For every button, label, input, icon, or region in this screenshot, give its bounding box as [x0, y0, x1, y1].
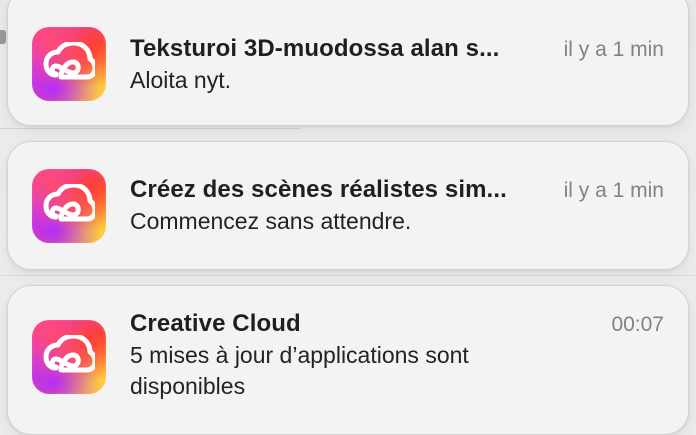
background-window-edge — [0, 30, 6, 44]
notification-time: 00:07 — [611, 313, 664, 336]
notification-time: il y a 1 min — [563, 38, 664, 61]
background-divider — [0, 275, 696, 276]
notification-content: Creative Cloud 00:07 5 mises à jour d’ap… — [130, 309, 664, 402]
notification-header: Creative Cloud 00:07 — [130, 309, 664, 340]
notification-content: Teksturoi 3D-muodossa alan s... il y a 1… — [130, 34, 664, 96]
notification-title: Créez des scènes réalistes sim... — [130, 176, 507, 203]
creative-cloud-logo-icon — [43, 42, 95, 80]
notification-time: il y a 1 min — [563, 179, 664, 202]
notification-body: Aloita nyt. — [130, 67, 231, 93]
notification-card-2[interactable]: Créez des scènes réalistes sim... il y a… — [7, 141, 689, 270]
notification-title: Teksturoi 3D-muodossa alan s... — [130, 35, 500, 62]
adobe-creative-cloud-icon — [32, 169, 106, 243]
notification-content: Créez des scènes réalistes sim... il y a… — [130, 175, 664, 237]
creative-cloud-logo-icon — [43, 335, 95, 373]
notification-card-3[interactable]: Creative Cloud 00:07 5 mises à jour d’ap… — [7, 285, 689, 435]
notification-header: Teksturoi 3D-muodossa alan s... il y a 1… — [130, 34, 664, 65]
notification-body: 5 mises à jour d’applications sont dispo… — [130, 342, 469, 399]
notification-card-1[interactable]: Teksturoi 3D-muodossa alan s... il y a 1… — [7, 0, 689, 126]
adobe-creative-cloud-icon — [32, 27, 106, 101]
adobe-creative-cloud-icon — [32, 320, 106, 394]
creative-cloud-logo-icon — [43, 184, 95, 222]
notification-header: Créez des scènes réalistes sim... il y a… — [130, 175, 664, 206]
notification-body: Commencez sans attendre. — [130, 208, 412, 234]
notification-title: Creative Cloud — [130, 310, 301, 337]
background-divider — [0, 128, 300, 129]
